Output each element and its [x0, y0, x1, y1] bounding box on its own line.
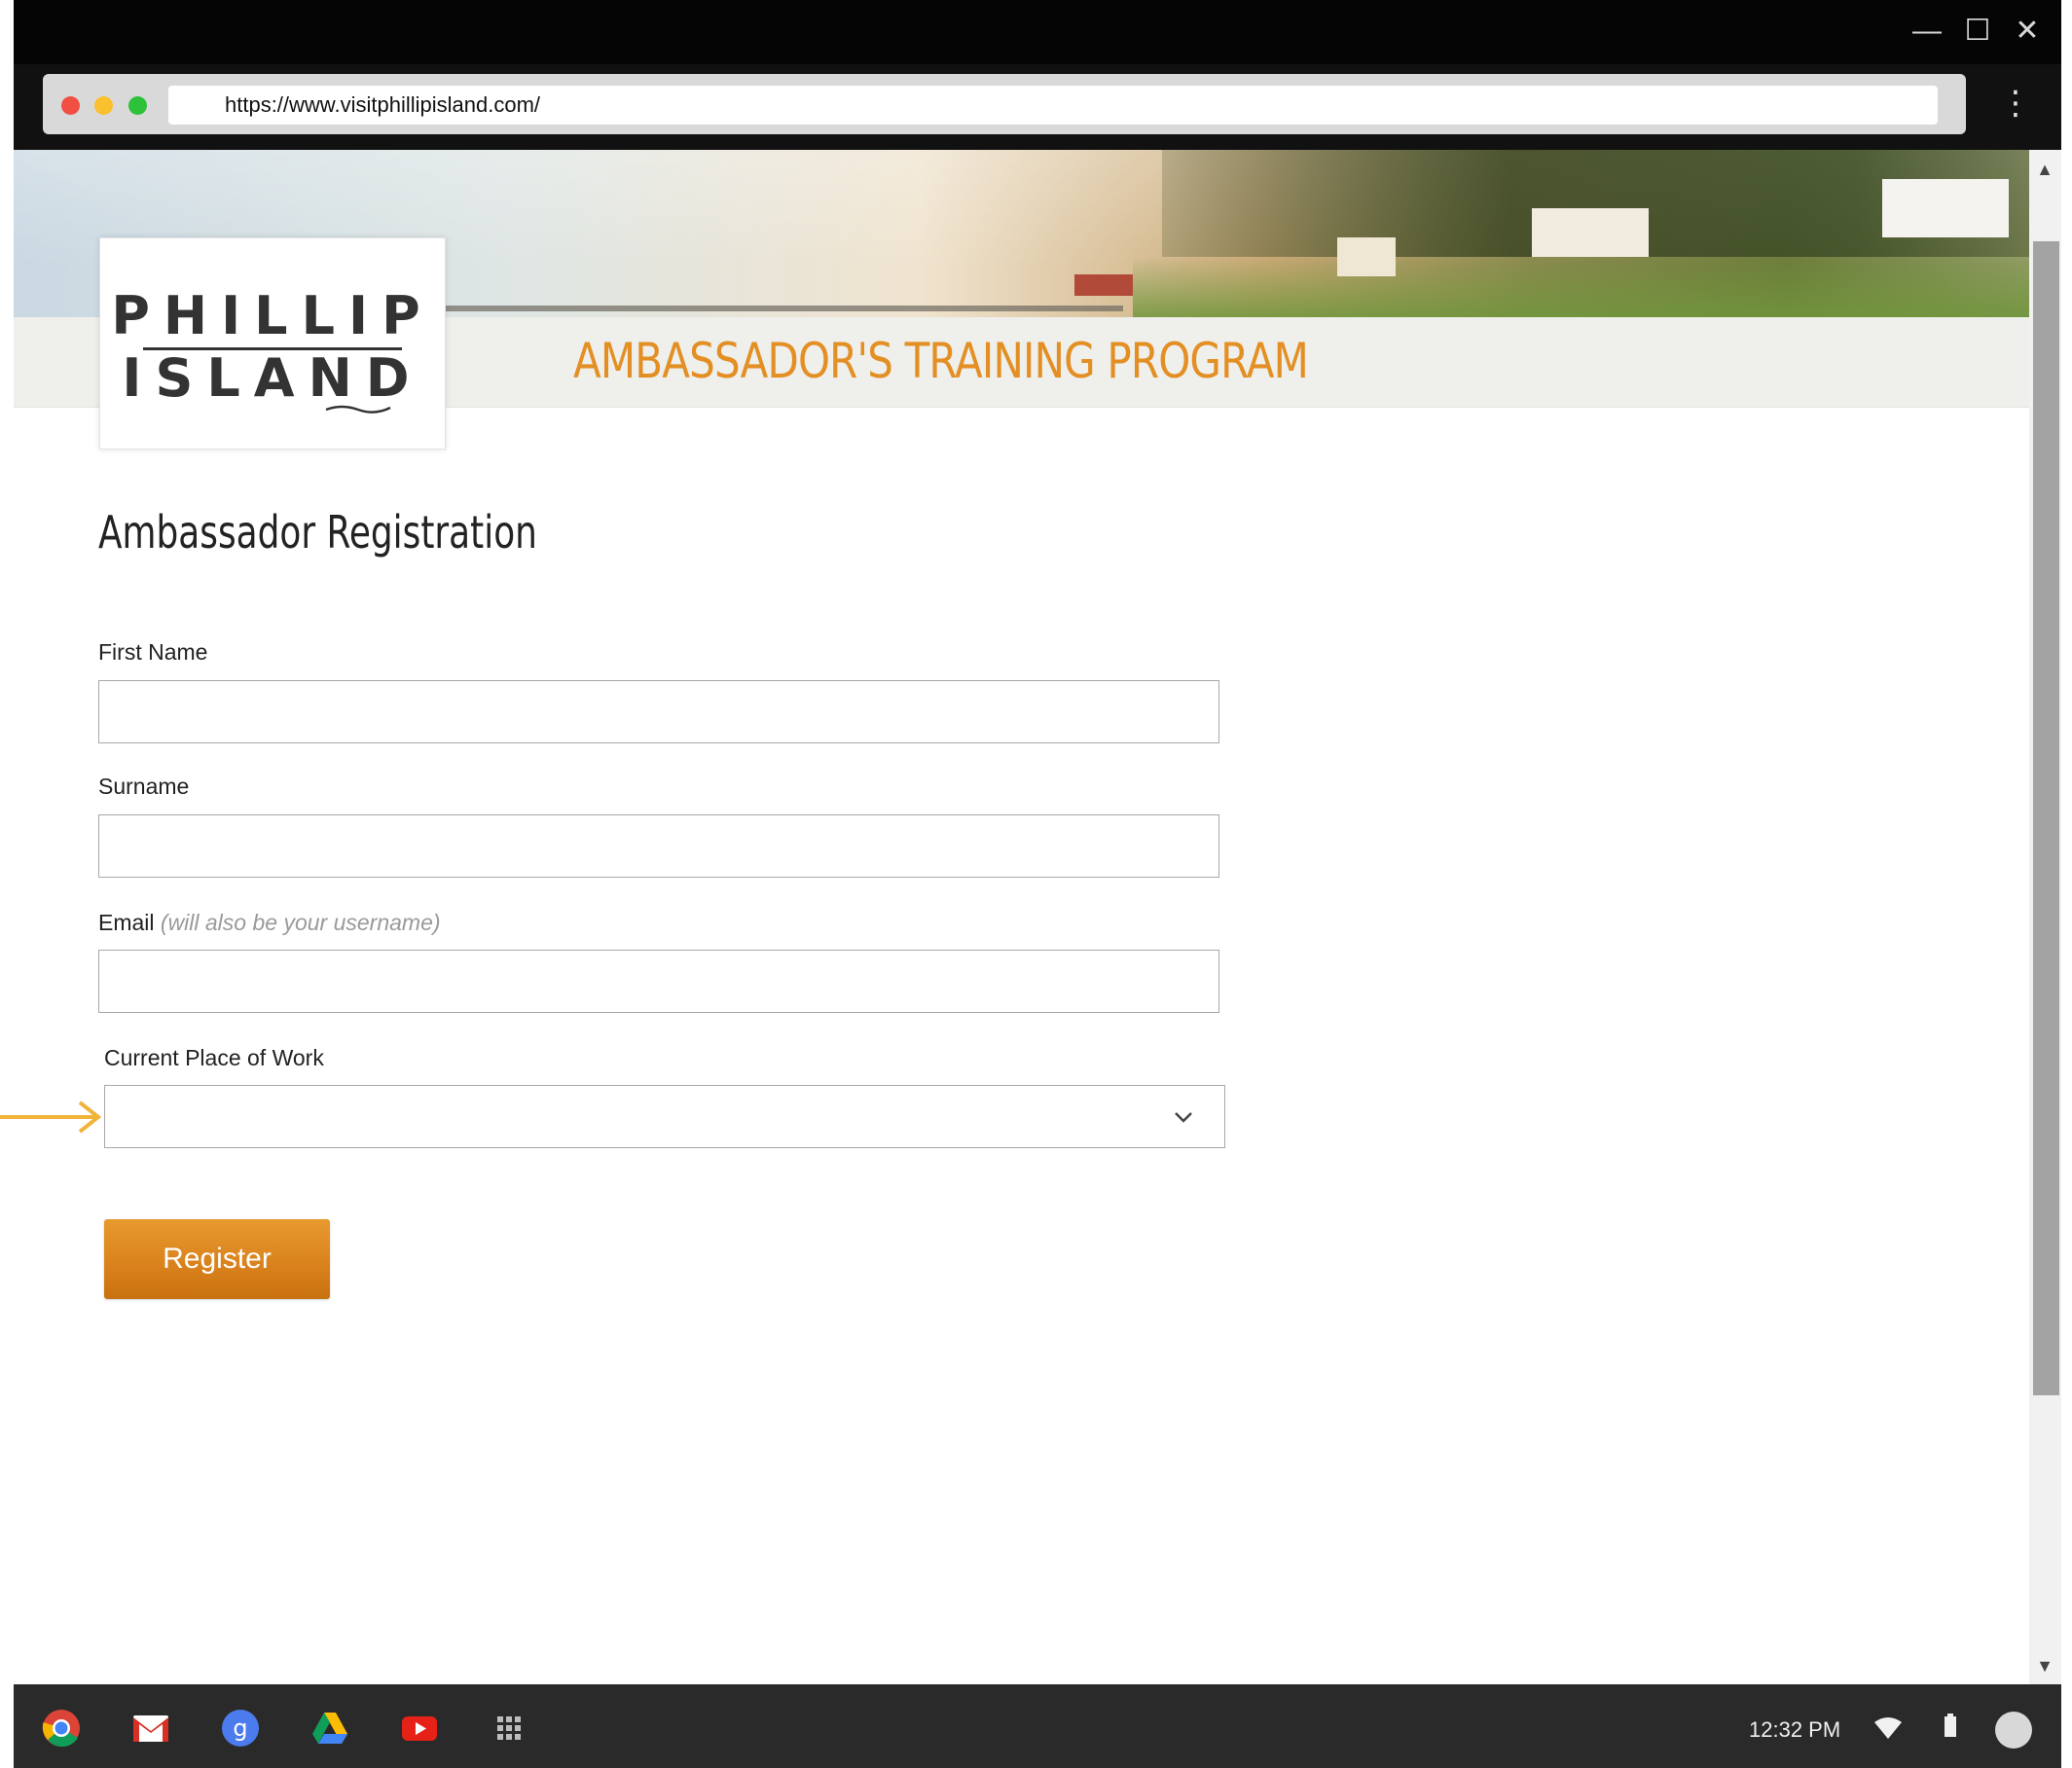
first-name-label: First Name [98, 639, 208, 665]
logo-line-2: ISLAND [122, 347, 423, 409]
url-bar[interactable]: https://www.visitphillipisland.com/ [168, 86, 1938, 125]
close-button[interactable]: ✕ [2006, 12, 2049, 51]
register-button[interactable]: Register [104, 1219, 330, 1299]
scroll-up-icon[interactable]: ▲ [2032, 160, 2057, 179]
program-title: AMBASSADOR'S TRAINING PROGRAM [573, 333, 1309, 389]
surname-input[interactable] [98, 814, 1219, 878]
first-name-input[interactable] [98, 680, 1219, 743]
maximize-button[interactable]: ☐ [1956, 12, 1999, 51]
minimize-button[interactable]: — [1906, 12, 1948, 51]
avatar[interactable] [1995, 1712, 2032, 1749]
gmail-icon[interactable] [131, 1709, 170, 1748]
wifi-icon[interactable] [1873, 1716, 1903, 1740]
email-hint: (will also be your username) [160, 910, 441, 935]
system-clock[interactable]: 12:32 PM [1749, 1717, 1840, 1743]
zoom-dot-icon[interactable] [128, 96, 147, 115]
window-titlebar [14, 0, 2061, 64]
google-plus-icon[interactable]: g [221, 1709, 260, 1748]
site-logo[interactable]: PHILLIP ISLAND [99, 237, 446, 450]
svg-text:g: g [233, 1714, 247, 1742]
close-dot-icon[interactable] [61, 96, 80, 115]
email-label: Email [98, 910, 155, 935]
page-title: Ambassador Registration [98, 506, 537, 559]
banner-building [1074, 274, 1133, 296]
email-label-row: Email (will also be your username) [98, 910, 441, 936]
pointer-arrow-icon [0, 1100, 102, 1134]
scroll-down-icon[interactable]: ▼ [2032, 1656, 2057, 1676]
minimize-dot-icon[interactable] [94, 96, 113, 115]
battery-icon[interactable] [1945, 1714, 1956, 1737]
menu-kebab-icon[interactable]: ⋮ [1999, 84, 2032, 123]
logo-wave-icon [325, 405, 391, 414]
banner-pier [442, 306, 1123, 311]
chrome-icon[interactable] [42, 1709, 81, 1748]
email-input[interactable] [98, 950, 1219, 1013]
chevron-down-icon [1175, 1112, 1192, 1123]
page-viewport: AMBASSADOR'S TRAINING PROGRAM PHILLIP IS… [14, 150, 2029, 1684]
scrollbar-thumb[interactable] [2033, 241, 2059, 1395]
drive-icon[interactable] [310, 1709, 349, 1748]
banner-building [1337, 237, 1396, 276]
surname-label: Surname [98, 774, 190, 799]
app-launcher-icon[interactable] [490, 1709, 528, 1748]
place-of-work-select[interactable] [104, 1085, 1225, 1148]
banner-grass [1133, 257, 2029, 317]
youtube-icon[interactable] [400, 1709, 439, 1748]
place-of-work-label: Current Place of Work [104, 1045, 324, 1070]
banner-building [1532, 208, 1649, 257]
logo-line-1: PHILLIP [111, 285, 434, 346]
banner-building [1882, 179, 2009, 237]
